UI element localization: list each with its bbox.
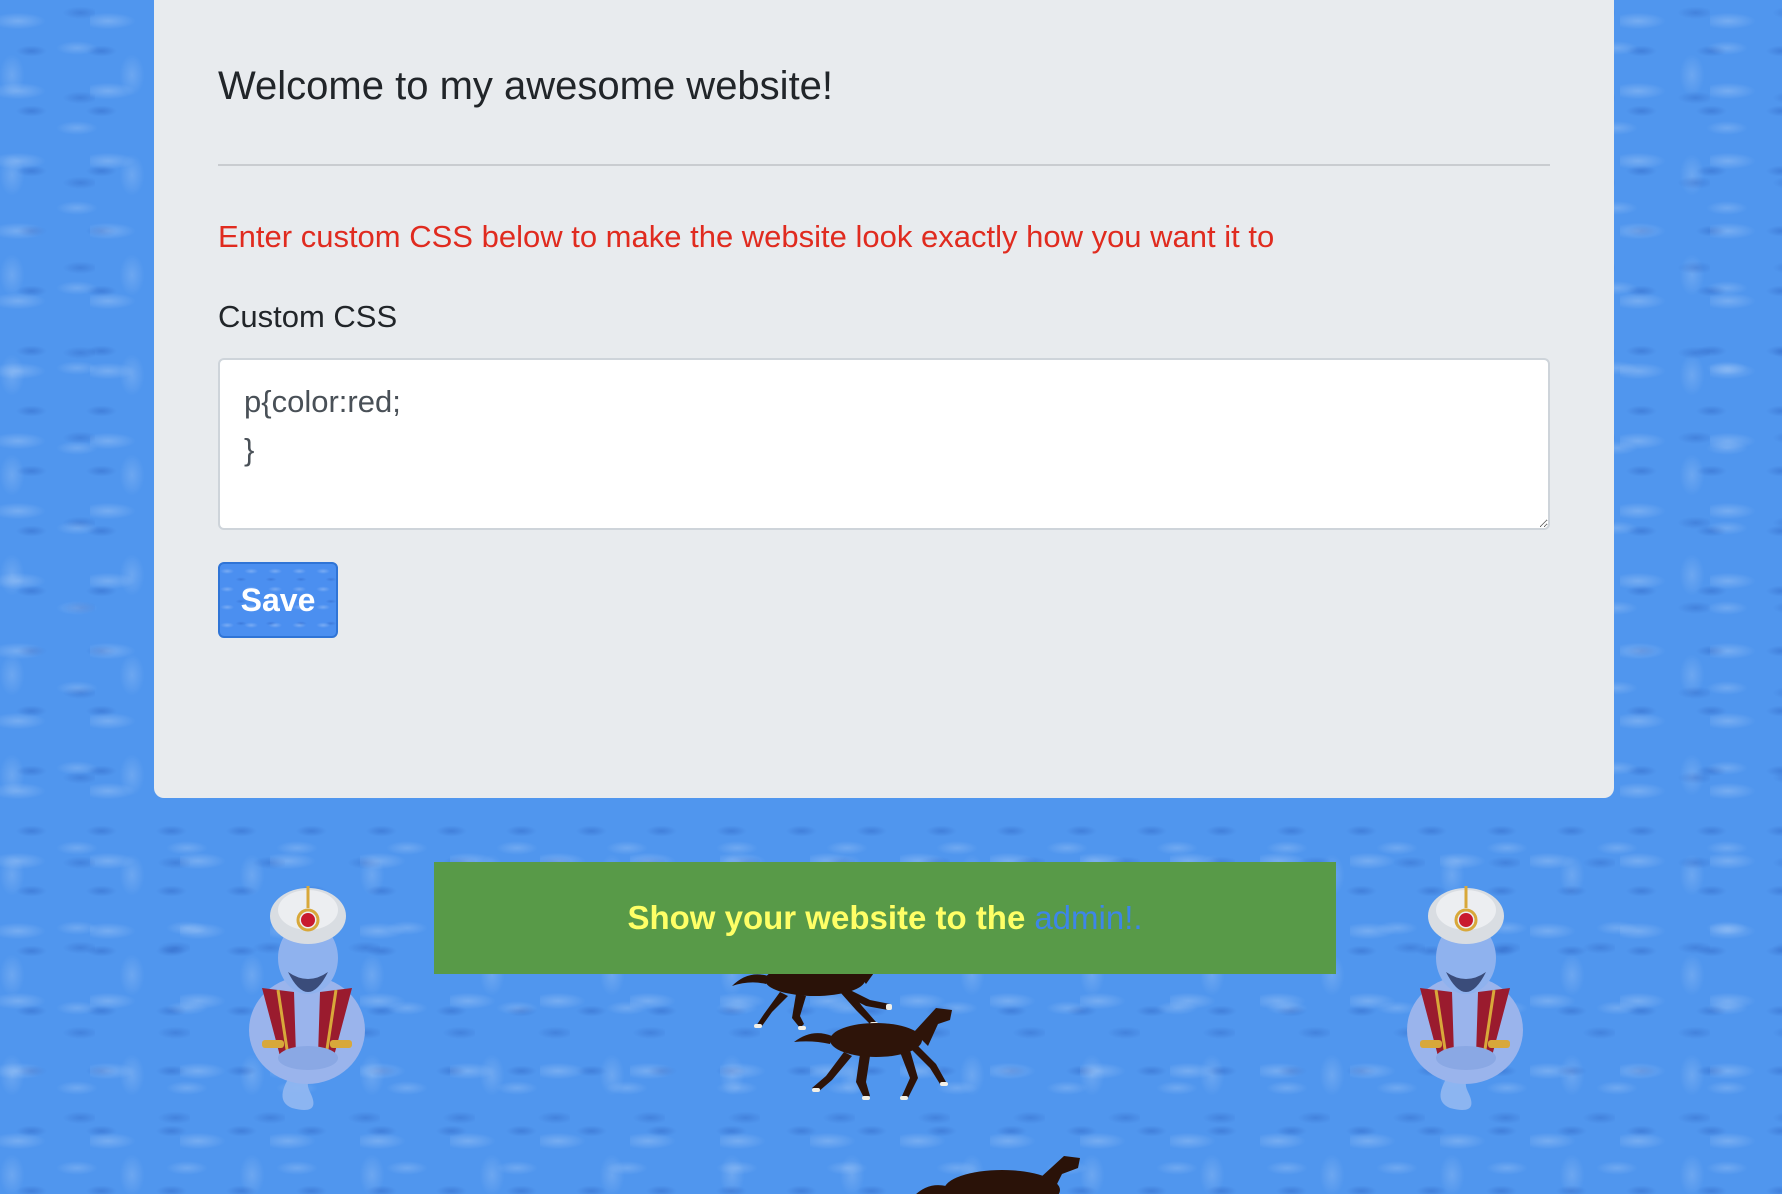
banner-text: Show your website to the (627, 899, 1026, 936)
genie-figure-left (249, 886, 365, 1110)
running-horse-image (794, 1008, 952, 1100)
divider (218, 164, 1550, 166)
running-horse-image (916, 1156, 1080, 1194)
genie-figure-right (1407, 886, 1523, 1110)
admin-banner: Show your website to the admin!. (434, 862, 1336, 974)
intro-text: Enter custom CSS below to make the websi… (218, 219, 1275, 254)
main-card: Welcome to my awesome website! Enter cus… (154, 0, 1614, 798)
page-title: Welcome to my awesome website! (218, 64, 834, 108)
custom-css-label: Custom CSS (218, 299, 398, 334)
custom-css-textarea[interactable]: p{color:red; } (218, 358, 1550, 530)
admin-link[interactable]: admin!. (1034, 899, 1142, 937)
save-button[interactable]: Save (218, 562, 338, 638)
